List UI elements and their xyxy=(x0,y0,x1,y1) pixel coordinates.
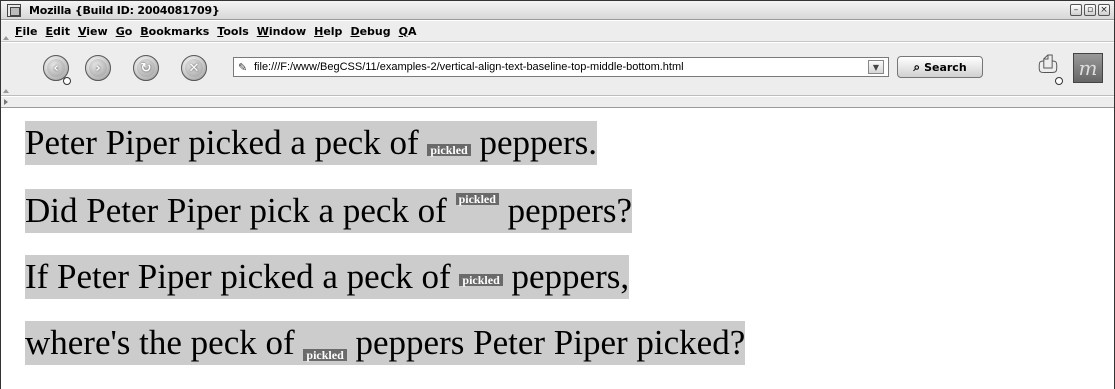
pickled-badge-baseline: pickled xyxy=(427,144,471,156)
personal-toolbar-strip[interactable] xyxy=(1,97,1114,108)
text-line-bottom: where's the peck of pickled peppers Pete… xyxy=(25,321,746,365)
line-text-before: where's the peck of xyxy=(25,323,304,362)
browser-window: Mozilla {Build ID: 2004081709} – ▫ × Fil… xyxy=(0,0,1115,389)
line-text-after: peppers? xyxy=(498,191,633,230)
menu-bar: File Edit View Go Bookmarks Tools Window… xyxy=(1,21,1114,42)
search-icon: ⌕ xyxy=(913,59,921,74)
window-controls: – ▫ × xyxy=(1070,4,1110,16)
menu-window[interactable]: Window xyxy=(253,25,310,38)
line-text-before: Peter Piper picked a peck of xyxy=(25,123,428,162)
menu-bookmarks[interactable]: Bookmarks xyxy=(136,25,213,38)
menu-file[interactable]: File xyxy=(11,25,42,38)
line-text-after: peppers, xyxy=(502,257,630,296)
page-proxy-icon[interactable]: ✎ xyxy=(238,61,254,74)
menu-go[interactable]: Go xyxy=(112,25,137,38)
reload-button[interactable]: ↻ xyxy=(133,55,159,81)
menu-qa[interactable]: QA xyxy=(395,25,421,38)
stop-button[interactable]: ✕ xyxy=(181,55,207,81)
pickled-badge-top: pickled xyxy=(455,193,499,205)
back-history-dropdown-icon[interactable] xyxy=(63,77,71,85)
mozilla-throbber-icon[interactable]: m xyxy=(1073,53,1103,83)
page-content: Peter Piper picked a peck of pickled pep… xyxy=(1,109,1114,389)
expand-toolbar-arrow-icon[interactable] xyxy=(4,99,8,105)
navigation-toolbar: ‹ › ↻ ✕ ✎ file:///F:/www/BegCSS/11/examp… xyxy=(1,43,1114,96)
url-history-dropdown-icon[interactable]: ▼ xyxy=(868,60,884,74)
text-line-middle: If Peter Piper picked a peck of pickled … xyxy=(25,255,630,299)
forward-button[interactable]: › xyxy=(85,55,111,81)
print-dropdown-icon[interactable] xyxy=(1055,77,1063,85)
menu-tools[interactable]: Tools xyxy=(213,25,252,38)
search-button[interactable]: ⌕ Search xyxy=(897,56,983,78)
menubar-grip-icon[interactable] xyxy=(3,32,9,40)
pickled-badge-middle: pickled xyxy=(459,273,503,286)
navbar-grip-icon[interactable] xyxy=(3,85,9,93)
reload-icon: ↻ xyxy=(137,59,155,77)
back-arrow-icon: ‹ xyxy=(47,59,65,77)
menu-edit[interactable]: Edit xyxy=(42,25,74,38)
app-icon xyxy=(7,3,21,17)
text-line-baseline: Peter Piper picked a peck of pickled pep… xyxy=(25,121,598,165)
menu-help[interactable]: Help xyxy=(310,25,346,38)
line-text-before: If Peter Piper picked a peck of xyxy=(25,257,460,296)
url-bar[interactable]: ✎ file:///F:/www/BegCSS/11/examples-2/ve… xyxy=(233,57,889,77)
print-icon[interactable]: ⎙ xyxy=(1033,49,1063,79)
minimize-button[interactable]: – xyxy=(1070,4,1082,16)
url-input[interactable]: file:///F:/www/BegCSS/11/examples-2/vert… xyxy=(254,61,868,73)
search-button-label: Search xyxy=(924,60,967,74)
close-button[interactable]: × xyxy=(1098,4,1110,16)
window-title: Mozilla {Build ID: 2004081709} xyxy=(29,3,220,17)
pickled-badge-bottom: pickled xyxy=(303,349,347,361)
menu-debug[interactable]: Debug xyxy=(346,25,394,38)
maximize-button[interactable]: ▫ xyxy=(1084,4,1096,16)
menu-view[interactable]: View xyxy=(74,25,112,38)
line-text-after: peppers Peter Piper picked? xyxy=(346,323,746,362)
forward-arrow-icon: › xyxy=(89,59,107,77)
line-text-before: Did Peter Piper pick a peck of xyxy=(25,191,456,230)
stop-icon: ✕ xyxy=(185,59,203,77)
line-text-after: peppers. xyxy=(470,123,598,162)
title-bar: Mozilla {Build ID: 2004081709} – ▫ × xyxy=(1,1,1114,20)
text-line-top: Did Peter Piper pick a peck of pickled p… xyxy=(25,189,633,233)
